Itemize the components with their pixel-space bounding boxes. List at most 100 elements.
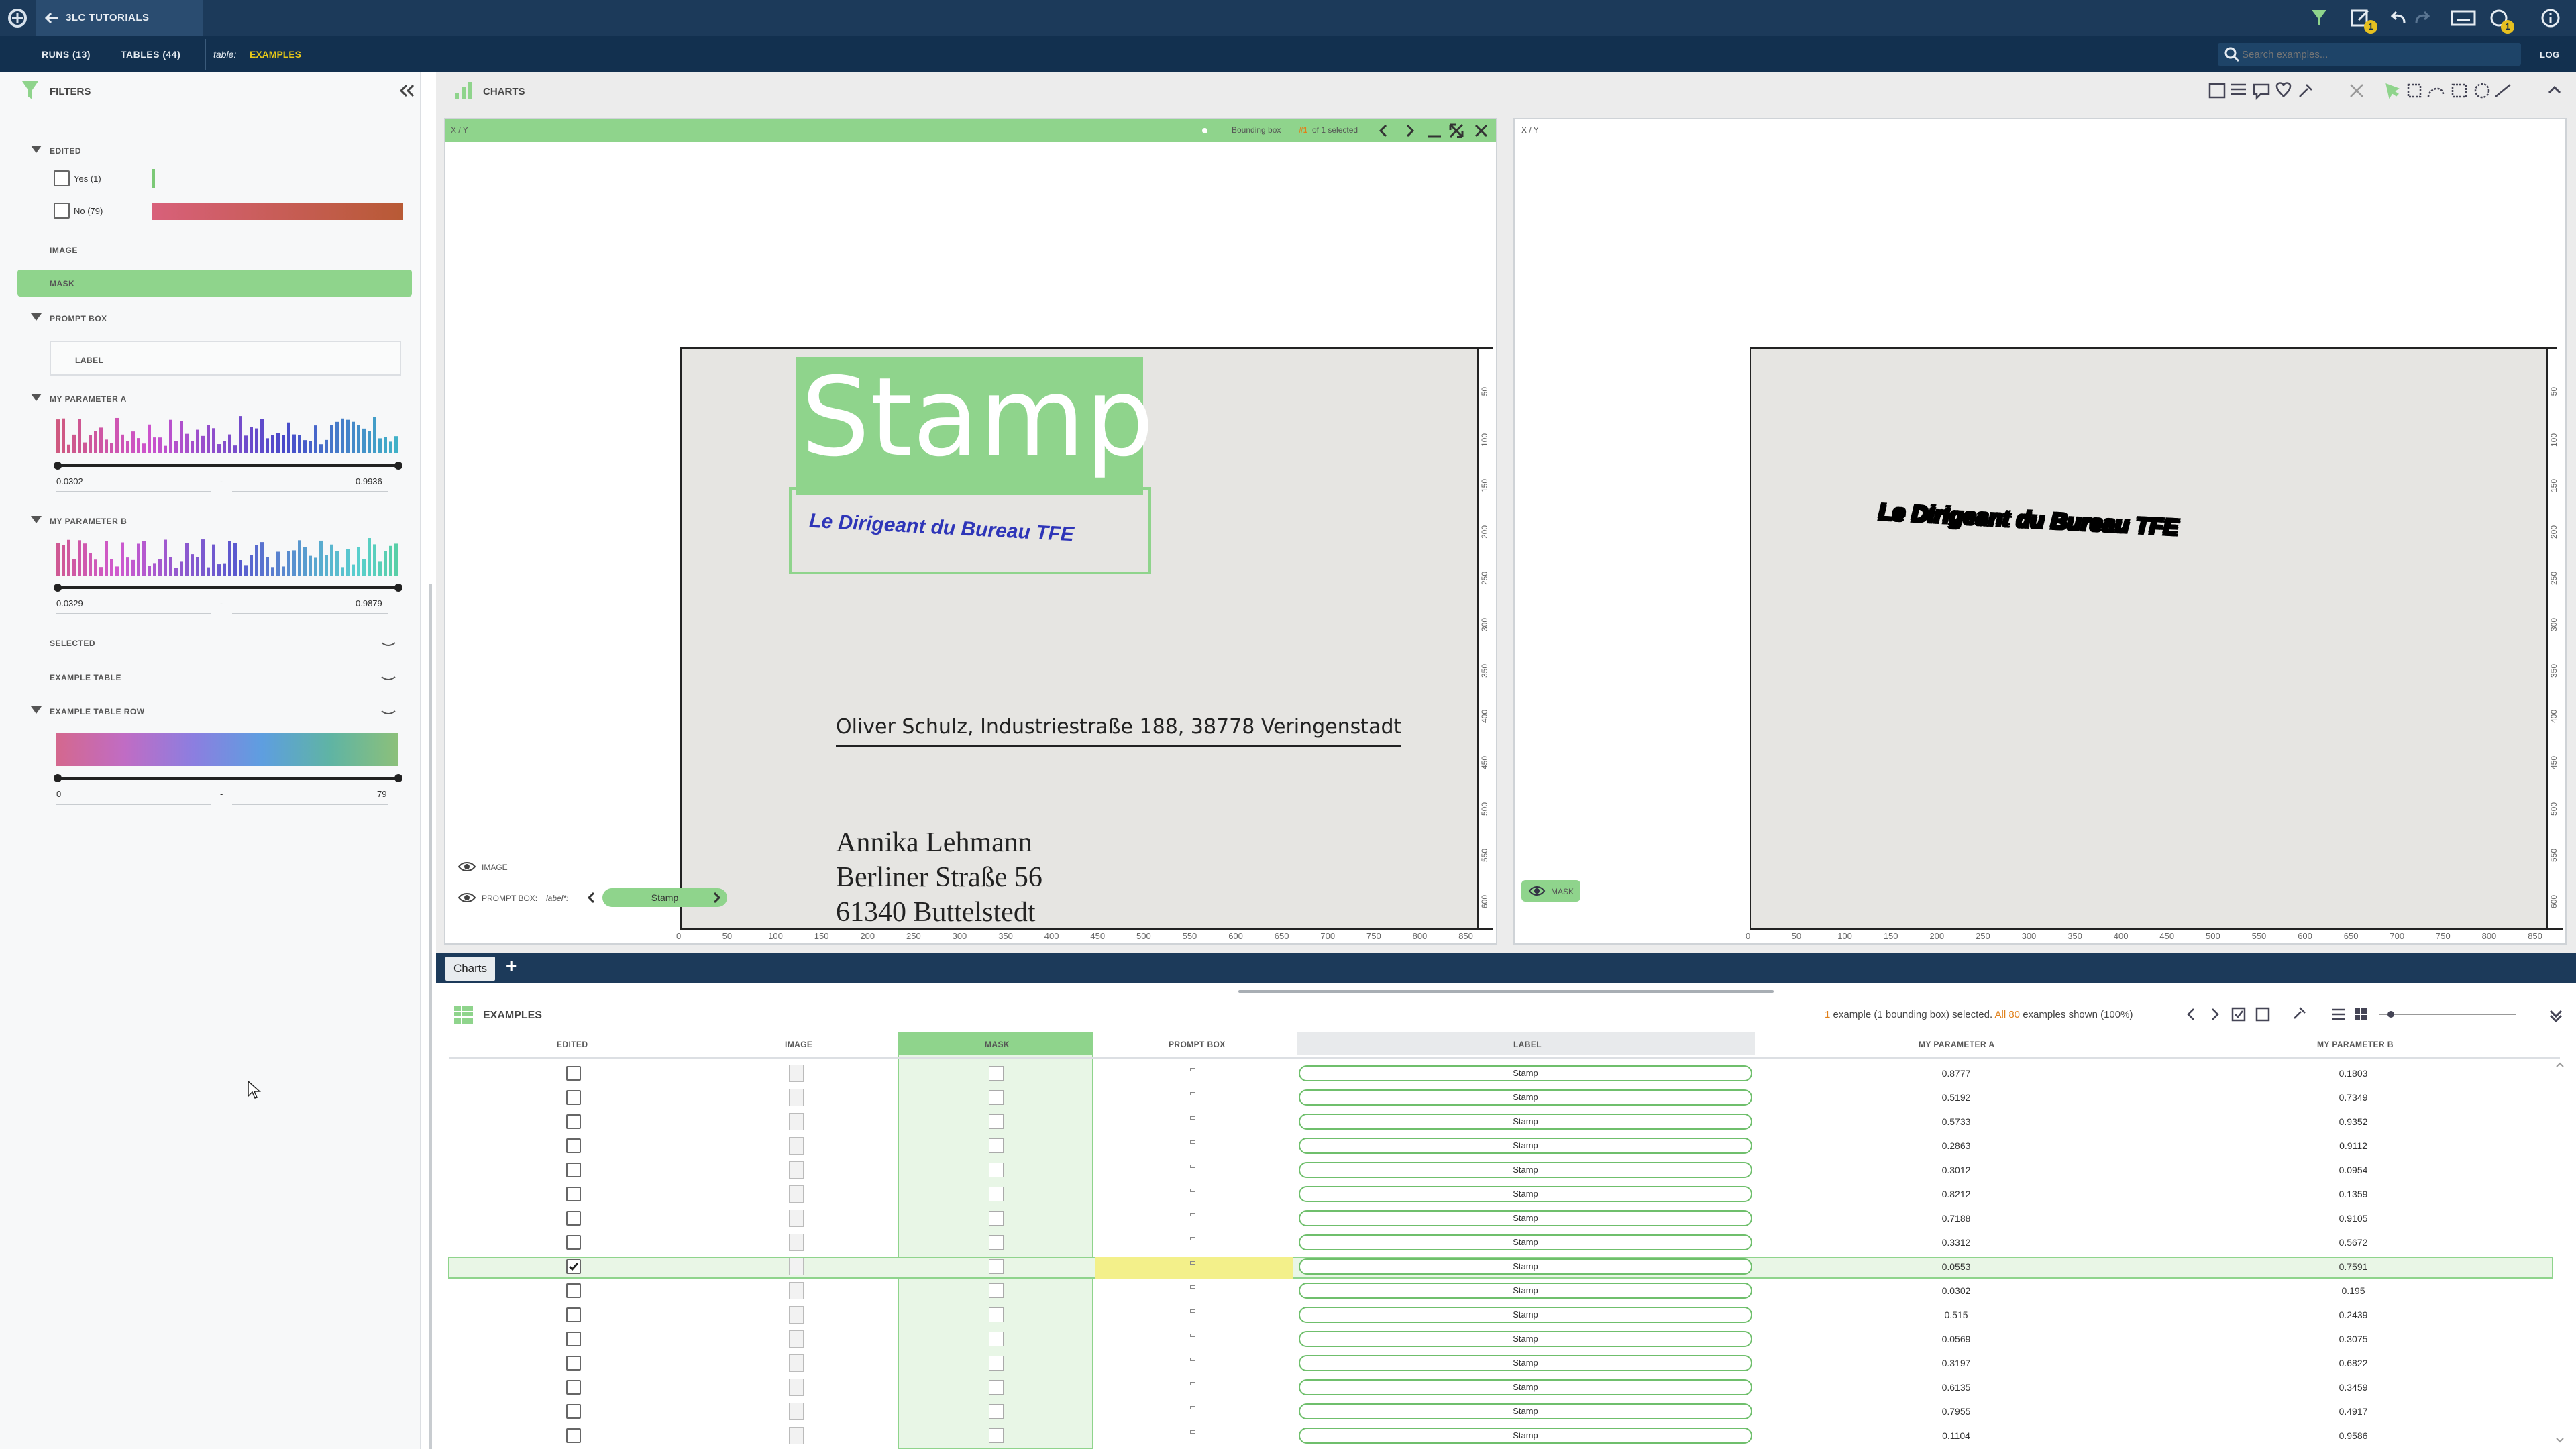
param-a-slider[interactable] [56, 464, 398, 467]
add-tab-button[interactable]: + [506, 955, 517, 977]
row-prompt-box-thumbnail[interactable] [1190, 1213, 1195, 1216]
row-image-thumbnail[interactable] [789, 1113, 804, 1130]
row-prompt-box-thumbnail[interactable] [1190, 1116, 1195, 1120]
example-table-row-slider[interactable] [56, 777, 398, 780]
row-edited-checkbox[interactable] [566, 1259, 581, 1274]
row-image-thumbnail[interactable] [789, 1210, 804, 1227]
col-label[interactable]: LABEL [1513, 1040, 1542, 1049]
charts-tab[interactable]: Charts [445, 957, 495, 981]
row-prompt-box-thumbnail[interactable] [1190, 1092, 1195, 1095]
example-table-row-toggle[interactable] [31, 706, 42, 714]
info-icon[interactable] [2540, 7, 2561, 29]
row-mask-thumbnail[interactable] [989, 1380, 1004, 1395]
row-label-pill[interactable]: Stamp [1299, 1114, 1752, 1130]
row-mask-thumbnail[interactable] [989, 1332, 1004, 1346]
row-prompt-box-thumbnail[interactable] [1190, 1285, 1195, 1289]
prompt-box-toggle[interactable] [31, 313, 42, 321]
edited-toggle[interactable] [31, 146, 42, 153]
param-a-max-handle[interactable] [394, 462, 402, 470]
row-mask-thumbnail[interactable] [989, 1235, 1004, 1250]
row-label-pill[interactable]: Stamp [1299, 1428, 1752, 1444]
example-table-row-max-handle[interactable] [394, 774, 402, 782]
row-label-pill[interactable]: Stamp [1299, 1258, 1752, 1275]
row-label-pill[interactable]: Stamp [1299, 1283, 1752, 1299]
example-table-filter[interactable]: EXAMPLE TABLE [50, 673, 121, 682]
row-prompt-box-thumbnail[interactable] [1190, 1334, 1195, 1337]
row-mask-thumbnail[interactable] [989, 1404, 1004, 1419]
row-prompt-box-thumbnail[interactable] [1190, 1068, 1195, 1071]
eye-icon[interactable] [458, 860, 476, 873]
row-image-thumbnail[interactable] [789, 1379, 804, 1396]
collapse-left-icon[interactable] [397, 82, 416, 99]
row-image-thumbnail[interactable] [789, 1185, 804, 1203]
logo-icon[interactable] [5, 6, 30, 30]
row-prompt-box-thumbnail[interactable] [1190, 1358, 1195, 1361]
row-mask-thumbnail[interactable] [989, 1307, 1004, 1322]
tab-examples[interactable]: EXAMPLES [250, 49, 301, 60]
row-image-thumbnail[interactable] [789, 1282, 804, 1299]
row-label-pill[interactable]: Stamp [1299, 1355, 1752, 1371]
row-edited-checkbox[interactable] [566, 1283, 581, 1298]
eye-icon[interactable] [458, 891, 476, 904]
row-prompt-box-thumbnail[interactable] [1190, 1382, 1195, 1385]
row-mask-thumbnail[interactable] [989, 1138, 1004, 1153]
param-a-min[interactable]: 0.0302 [56, 476, 83, 486]
row-label-pill[interactable]: Stamp [1299, 1331, 1752, 1347]
row-edited-checkbox[interactable] [566, 1356, 581, 1371]
row-label-pill[interactable]: Stamp [1299, 1065, 1752, 1081]
row-edited-checkbox[interactable] [566, 1090, 581, 1105]
row-mask-thumbnail[interactable] [989, 1259, 1004, 1274]
param-b-max-handle[interactable] [394, 584, 402, 592]
row-label-pill[interactable]: Stamp [1299, 1307, 1752, 1323]
row-mask-thumbnail[interactable] [989, 1187, 1004, 1201]
col-edited[interactable]: EDITED [557, 1040, 588, 1049]
scroll-up-icon[interactable] [2555, 1060, 2565, 1069]
example-table-row-min-handle[interactable] [54, 774, 62, 782]
row-edited-checkbox[interactable] [566, 1187, 581, 1201]
row-image-thumbnail[interactable] [789, 1234, 804, 1251]
param-b-min[interactable]: 0.0329 [56, 598, 83, 608]
row-image-thumbnail[interactable] [789, 1065, 804, 1082]
param-a-max[interactable]: 0.9936 [356, 476, 382, 486]
row-edited-checkbox[interactable] [566, 1332, 581, 1346]
row-image-thumbnail[interactable] [789, 1306, 804, 1324]
filter-toolbar-icon[interactable] [2308, 6, 2330, 30]
col-param-b[interactable]: MY PARAMETER B [2317, 1040, 2394, 1049]
example-table-chevron-icon[interactable] [380, 673, 397, 682]
row-edited-checkbox[interactable] [566, 1138, 581, 1153]
row-edited-checkbox[interactable] [566, 1211, 581, 1226]
chevron-right-icon[interactable] [708, 890, 724, 906]
panel-resize-handle[interactable] [1238, 990, 1774, 993]
row-mask-thumbnail[interactable] [989, 1428, 1004, 1443]
col-param-a[interactable]: MY PARAMETER A [1919, 1040, 1994, 1049]
search-input[interactable] [2242, 46, 2510, 63]
row-image-thumbnail[interactable] [789, 1258, 804, 1275]
row-image-thumbnail[interactable] [789, 1330, 804, 1348]
row-label-pill[interactable]: Stamp [1299, 1234, 1752, 1250]
row-mask-thumbnail[interactable] [989, 1163, 1004, 1177]
tab-runs[interactable]: RUNS (13) [42, 49, 91, 60]
row-prompt-box-thumbnail[interactable] [1190, 1406, 1195, 1409]
selected-chevron-icon[interactable] [380, 639, 397, 648]
row-label-pill[interactable]: Stamp [1299, 1403, 1752, 1419]
edited-yes-checkbox[interactable] [54, 170, 70, 186]
redo-icon[interactable] [2412, 8, 2432, 28]
row-prompt-box-thumbnail[interactable] [1190, 1309, 1195, 1313]
row-label-pill[interactable]: Stamp [1299, 1089, 1752, 1106]
row-image-thumbnail[interactable] [789, 1427, 804, 1444]
example-table-row-max[interactable]: 79 [377, 789, 386, 799]
row-image-thumbnail[interactable] [789, 1089, 804, 1106]
keyboard-icon[interactable] [2450, 8, 2477, 28]
undo-icon[interactable] [2388, 8, 2408, 28]
param-a-toggle[interactable] [31, 394, 42, 401]
row-mask-thumbnail[interactable] [989, 1283, 1004, 1298]
log-button[interactable]: LOG [2540, 50, 2560, 60]
row-image-thumbnail[interactable] [789, 1403, 804, 1420]
row-mask-thumbnail[interactable] [989, 1066, 1004, 1081]
row-image-thumbnail[interactable] [789, 1137, 804, 1155]
row-mask-thumbnail[interactable] [989, 1114, 1004, 1129]
back-arrow-icon[interactable] [43, 9, 60, 27]
param-b-toggle[interactable] [31, 516, 42, 523]
row-edited-checkbox[interactable] [566, 1066, 581, 1081]
col-mask[interactable]: MASK [985, 1040, 1010, 1049]
